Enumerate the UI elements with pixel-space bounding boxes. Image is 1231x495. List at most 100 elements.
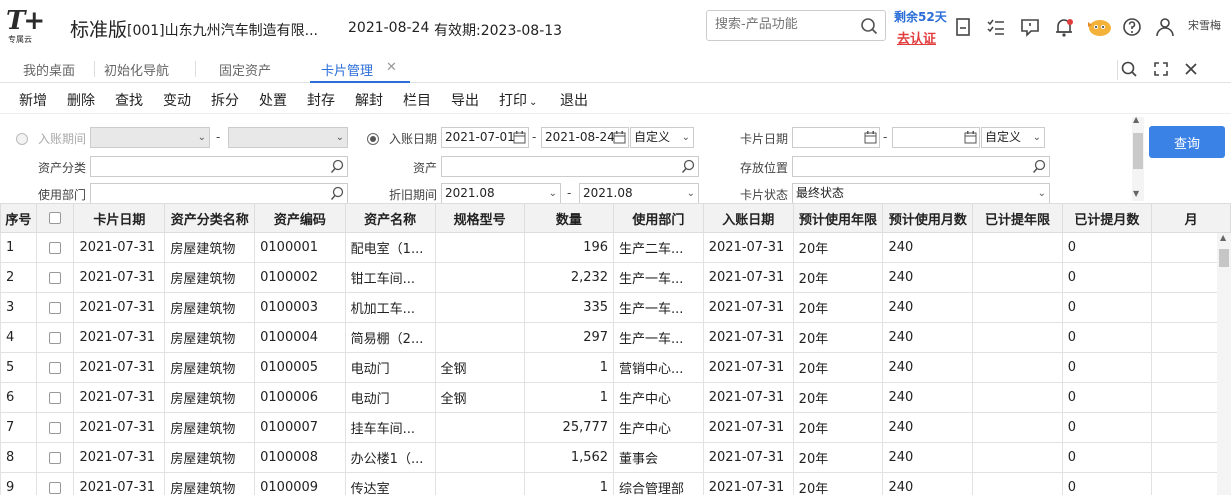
tab-fixed-assets[interactable]: 固定资产 (219, 60, 271, 79)
message-icon[interactable] (1019, 16, 1041, 38)
find-button[interactable]: 查找 (115, 90, 143, 110)
row-checkbox[interactable] (49, 481, 62, 494)
lookup-search-icon[interactable] (330, 159, 345, 174)
tab-my-desktop[interactable]: 我的桌面 (23, 60, 75, 79)
card-date-mode-select[interactable]: 自定义 ⌄ (981, 127, 1045, 148)
export-button[interactable]: 导出 (451, 90, 479, 110)
query-button[interactable]: 查询 (1149, 126, 1225, 158)
delete-button[interactable]: 删除 (67, 90, 95, 110)
lookup-search-icon[interactable] (1032, 159, 1047, 174)
column-header[interactable]: 序号 (0, 203, 37, 233)
table-row[interactable]: 5 2021-07-31 房屋建筑物 0100005 电动门 全钢 1 营销中心... 2021… (0, 352, 1231, 383)
card-date-to[interactable] (892, 127, 980, 148)
print-button[interactable]: 打印 ⌄ (499, 90, 537, 110)
row-checkbox-cell[interactable] (35, 322, 75, 353)
table-row[interactable]: 3 2021-07-31 房屋建筑物 0100003 机加工车... 335 生产一车...… (0, 292, 1231, 323)
entry-period-to[interactable]: ⌄ (228, 127, 348, 148)
close-tab-icon[interactable]: ✕ (386, 60, 397, 75)
change-button[interactable]: 变动 (163, 90, 191, 110)
table-row[interactable]: 7 2021-07-31 房屋建筑物 0100007 挂车车间... 25,777 生产中心… (0, 412, 1231, 443)
select-all-checkbox[interactable] (49, 212, 62, 224)
row-checkbox-cell[interactable] (35, 232, 75, 263)
scroll-down-arrow[interactable]: ▼ (1133, 189, 1139, 198)
row-checkbox-cell[interactable] (35, 412, 75, 443)
column-header[interactable]: 使用部门 (613, 203, 704, 233)
select-all-checkbox-header[interactable] (35, 203, 75, 233)
lookup-search-icon[interactable] (681, 159, 696, 174)
help-icon[interactable] (1121, 16, 1143, 38)
row-checkbox[interactable] (49, 241, 62, 254)
depr-period-to[interactable]: 2021.08 ⌄ (579, 183, 699, 204)
tab-init-guide[interactable]: 初始化导航 (104, 60, 169, 79)
entry-period-from[interactable]: ⌄ (90, 127, 210, 148)
row-checkbox[interactable] (49, 331, 62, 344)
tab-card-management[interactable]: 卡片管理 (321, 60, 373, 79)
depr-period-from[interactable]: 2021.08 ⌄ (441, 183, 561, 204)
table-row[interactable]: 8 2021-07-31 房屋建筑物 0100008 办公楼1（... 1,562 董事会 2… (0, 442, 1231, 473)
column-header[interactable]: 入账日期 (702, 203, 794, 233)
table-row[interactable]: 2 2021-07-31 房屋建筑物 0100002 钳工车间... 2,232 生产一车.… (0, 262, 1231, 293)
user-icon[interactable] (1154, 16, 1176, 38)
calendar-icon[interactable] (964, 131, 977, 144)
calendar-icon[interactable] (513, 131, 526, 144)
row-checkbox-cell[interactable] (35, 292, 75, 323)
scroll-thumb[interactable] (1219, 249, 1229, 267)
split-button[interactable]: 拆分 (211, 90, 239, 110)
scroll-up-arrow[interactable]: ▲ (1220, 233, 1226, 242)
fullscreen-icon[interactable] (1151, 59, 1171, 79)
row-checkbox[interactable] (49, 451, 62, 464)
entry-date-to[interactable]: 2021-08-24 (541, 127, 629, 148)
save-icon[interactable] (952, 16, 974, 38)
company-selector[interactable]: [001]山东九州汽车制造有限... (127, 20, 318, 40)
entry-period-radio[interactable] (16, 133, 28, 145)
row-checkbox-cell[interactable] (35, 382, 75, 413)
column-header[interactable]: 卡片日期 (73, 203, 166, 233)
column-header[interactable]: 资产分类名称 (164, 203, 256, 233)
close-icon[interactable] (1181, 59, 1201, 79)
column-header[interactable]: 月 (1151, 203, 1231, 233)
table-row[interactable]: 6 2021-07-31 房屋建筑物 0100006 电动门 全钢 1 生产中心 2021-07… (0, 382, 1231, 413)
search-icon[interactable] (1119, 59, 1139, 79)
mascot-icon[interactable] (1084, 16, 1114, 38)
notification-bell-icon[interactable] (1053, 16, 1075, 38)
row-checkbox-cell[interactable] (35, 262, 75, 293)
columns-button[interactable]: 栏目 (403, 90, 431, 110)
column-header[interactable]: 已计提年限 (972, 203, 1063, 233)
seal-button[interactable]: 封存 (307, 90, 335, 110)
lookup-search-icon[interactable] (330, 186, 345, 201)
dispose-button[interactable]: 处置 (259, 90, 287, 110)
dept-input[interactable] (90, 183, 348, 204)
row-checkbox[interactable] (49, 421, 62, 434)
add-button[interactable]: 新增 (19, 90, 47, 110)
scroll-thumb[interactable] (1133, 133, 1143, 169)
row-checkbox-cell[interactable] (35, 472, 75, 495)
row-checkbox[interactable] (49, 361, 62, 374)
column-header[interactable]: 已计提月数 (1061, 203, 1153, 233)
card-status-select[interactable]: 最终状态 ⌄ (792, 183, 1050, 204)
table-row[interactable]: 1 2021-07-31 房屋建筑物 0100001 配电室（1... 196 生产二车..… (0, 232, 1231, 263)
table-scrollbar[interactable]: ▲ (1217, 233, 1231, 495)
entry-date-mode-select[interactable]: 自定义 ⌄ (630, 127, 694, 148)
search-input[interactable] (715, 17, 855, 32)
row-checkbox[interactable] (49, 391, 62, 404)
row-checkbox[interactable] (49, 301, 62, 314)
certify-link[interactable]: 去认证 (897, 28, 936, 47)
location-input[interactable] (792, 156, 1050, 177)
checklist-icon[interactable] (985, 16, 1007, 38)
entry-date-radio[interactable] (367, 133, 379, 145)
scroll-up-arrow[interactable]: ▲ (1133, 115, 1139, 124)
calendar-icon[interactable] (864, 131, 877, 144)
asset-input[interactable] (441, 156, 699, 177)
column-header[interactable]: 资产名称 (344, 203, 436, 233)
asset-category-input[interactable] (90, 156, 348, 177)
search-icon[interactable] (860, 17, 878, 35)
calendar-icon[interactable] (613, 131, 626, 144)
product-search[interactable] (706, 10, 886, 41)
table-row[interactable]: 9 2021-07-31 房屋建筑物 0100009 传达室 1 综合管理部 2021-07-… (0, 472, 1231, 495)
column-header[interactable]: 资产编码 (254, 203, 346, 233)
table-row[interactable]: 4 2021-07-31 房屋建筑物 0100004 简易棚（2... 297 生产一车..… (0, 322, 1231, 353)
filter-scrollbar[interactable]: ▲ ▼ (1132, 115, 1144, 201)
unseal-button[interactable]: 解封 (355, 90, 383, 110)
column-header[interactable]: 预计使用月数 (882, 203, 974, 233)
column-header[interactable]: 数量 (523, 203, 615, 233)
